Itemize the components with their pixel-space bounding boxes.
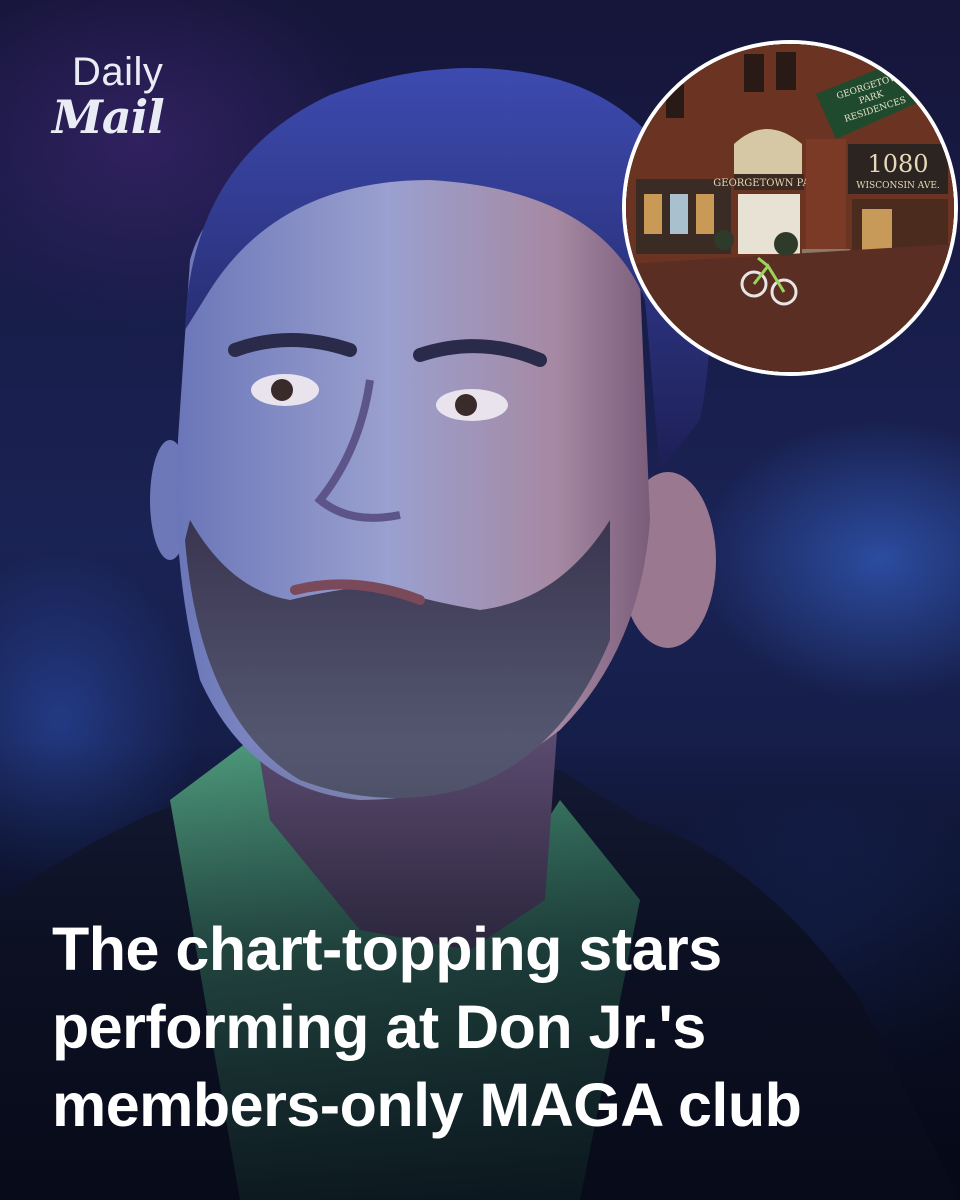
address-street: WISCONSIN AVE. [856, 181, 940, 191]
building-scene: GEORGETOWN PARK GEORGETOWN PARK RESIDENC… [626, 44, 954, 372]
daily-mail-logo: Daily Mail [52, 52, 192, 142]
address-number: 1080 [867, 150, 928, 178]
headline-line-3: members-only MAGA club [52, 1071, 802, 1139]
logo-word-mail: Mail [52, 90, 165, 144]
inset-building-photo: GEORGETOWN PARK GEORGETOWN PARK RESIDENC… [622, 40, 958, 376]
headline-line-2: performing at Don Jr.'s [52, 993, 706, 1061]
social-post-card: Daily Mail GEORGETOWN PARK GEORGETOWN PA… [0, 0, 960, 1200]
logo-word-daily: Daily [72, 50, 164, 94]
headline-line-1: The chart-topping stars [52, 915, 722, 983]
headline: The chart-topping stars performing at Do… [52, 910, 912, 1144]
